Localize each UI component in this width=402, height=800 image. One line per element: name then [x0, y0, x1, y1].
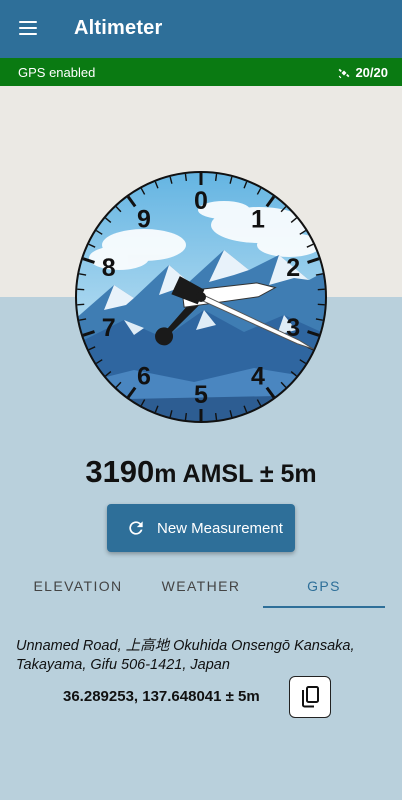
tab-gps[interactable]: GPS — [263, 566, 385, 608]
copy-icon — [302, 686, 319, 708]
dial-tick — [214, 412, 218, 421]
app-bar: Altimeter — [0, 0, 402, 58]
dial-numeral: 0 — [194, 187, 208, 215]
dial-hub — [196, 292, 206, 302]
new-measurement-button[interactable]: New Measurement — [107, 504, 295, 552]
dial-numeral: 1 — [251, 206, 265, 234]
satellite-count-text: 20/20 — [355, 65, 388, 80]
dial-numeral: 2 — [286, 254, 300, 282]
tab-indicator — [263, 606, 385, 608]
copy-coordinates-button[interactable] — [289, 676, 331, 718]
tab-elevation[interactable]: ELEVATION — [17, 566, 139, 608]
new-measurement-label: New Measurement — [157, 520, 283, 537]
altitude-reading: 3190m AMSL ± 5m — [0, 454, 402, 490]
dial-tick — [184, 412, 188, 421]
altitude-unit: m AMSL ± 5m — [154, 460, 317, 488]
altimeter-dial: 0123456789 — [75, 171, 327, 423]
satellite-count: 20/20 — [337, 65, 388, 80]
altitude-value: 3190 — [85, 454, 155, 489]
gps-coordinates: 36.289253, 137.648041 ± 5m — [63, 688, 260, 705]
dial-numeral: 7 — [102, 314, 116, 342]
gps-status-text: GPS enabled — [18, 65, 96, 80]
tab-bar: ELEVATION WEATHER GPS — [17, 566, 385, 610]
dial-tick — [214, 173, 218, 182]
dial-numeral: 9 — [137, 206, 151, 234]
satellite-icon — [339, 68, 350, 78]
dial-numeral: 4 — [251, 362, 265, 390]
gps-address: Unnamed Road, 上高地 Okuhida Onsengō Kansak… — [16, 638, 355, 673]
dial-tick — [184, 173, 188, 182]
dial-numeral: 8 — [102, 254, 116, 282]
tab-weather[interactable]: WEATHER — [140, 566, 262, 608]
refresh-icon — [129, 521, 143, 535]
dial-numeral: 5 — [194, 381, 208, 409]
app-title: Altimeter — [74, 17, 163, 39]
dial-numeral: 6 — [137, 362, 151, 390]
hamburger-menu-icon[interactable] — [14, 16, 44, 42]
gps-status-bar: GPS enabled 20/20 — [0, 58, 402, 86]
